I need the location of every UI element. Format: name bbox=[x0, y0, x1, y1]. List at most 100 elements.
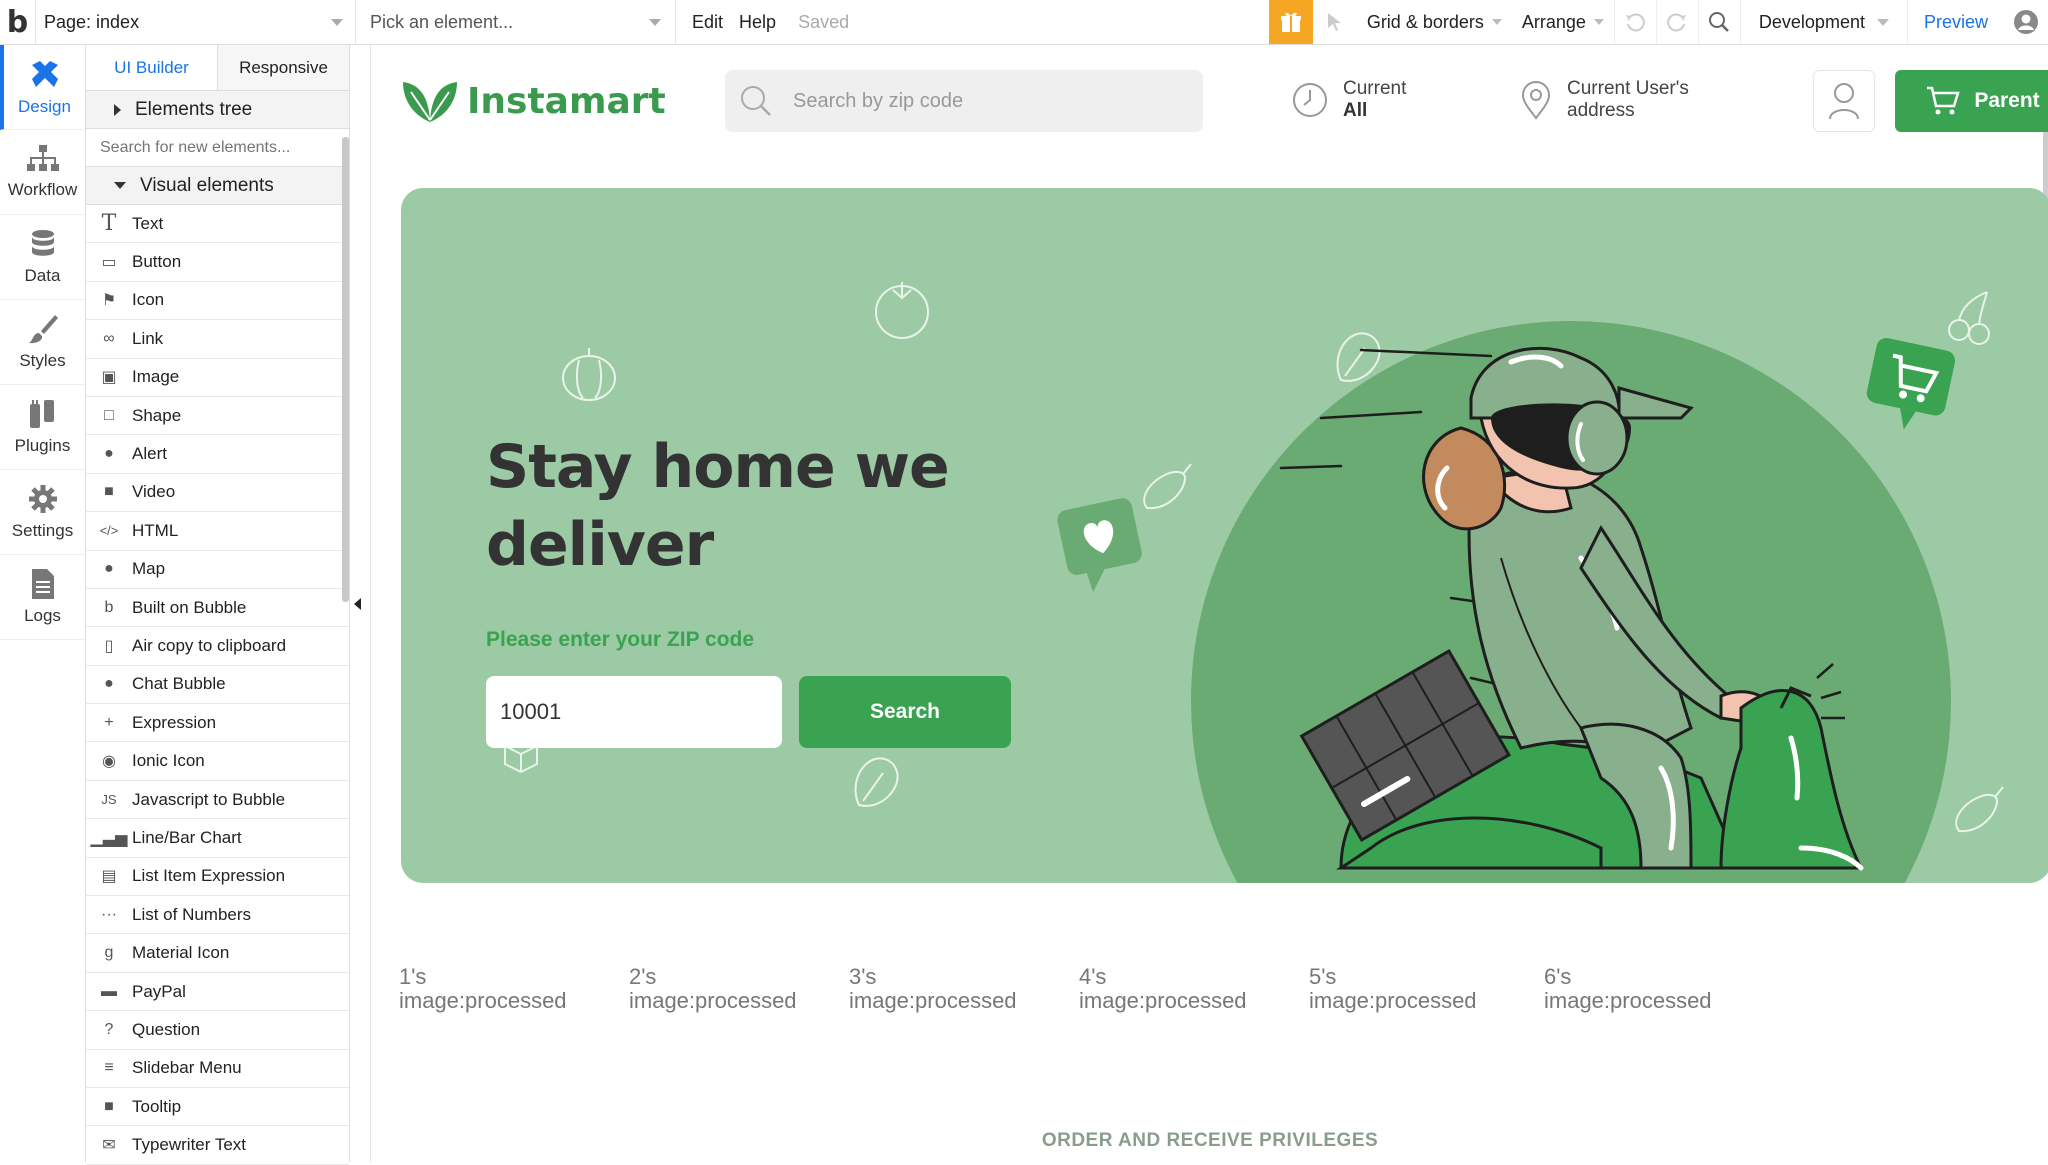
category-image-text: image:processed with Imgix bbox=[1309, 988, 1479, 1013]
tab-responsive[interactable]: Responsive bbox=[218, 45, 349, 90]
selection-mode-button[interactable] bbox=[1313, 0, 1357, 44]
rail-item-settings[interactable]: Settings bbox=[0, 470, 85, 555]
category-item[interactable]: 1'simage:processed with Imgix bbox=[399, 965, 569, 1027]
visual-element-item[interactable]: ∞ Link bbox=[86, 320, 349, 359]
grid-borders-dropdown[interactable]: Grid & borders bbox=[1357, 12, 1512, 33]
visual-element-label: Map bbox=[132, 559, 166, 579]
element-search-input[interactable] bbox=[100, 138, 349, 157]
visual-element-item[interactable]: ⚑ Icon bbox=[86, 282, 349, 321]
visual-element-item[interactable]: b Built on Bubble bbox=[86, 589, 349, 628]
menu-edit[interactable]: Edit bbox=[676, 12, 739, 33]
rail-item-data[interactable]: Data bbox=[0, 215, 85, 300]
panel-tabs: UI Builder Responsive bbox=[86, 45, 349, 91]
visual-element-item[interactable]: ■ Video bbox=[86, 474, 349, 513]
search-icon bbox=[1709, 12, 1730, 32]
brand[interactable]: Instamart bbox=[401, 76, 666, 126]
visual-element-item[interactable]: </> HTML bbox=[86, 512, 349, 551]
visual-element-item[interactable]: □ Shape bbox=[86, 397, 349, 436]
category-item[interactable]: 5'simage:processed with Imgix bbox=[1309, 965, 1479, 1027]
workflow-icon bbox=[26, 145, 59, 171]
ionic-icon: ◉ bbox=[102, 753, 116, 771]
zip-code-input[interactable] bbox=[486, 676, 782, 748]
visual-element-item[interactable]: ▁▃▅ Line/Bar Chart bbox=[86, 819, 349, 858]
category-image-text: image:processed with Imgix bbox=[1544, 988, 1714, 1013]
elements-tree-toggle[interactable]: Elements tree bbox=[86, 91, 349, 129]
visual-elements-list: T Text ▭ Button ⚑ Icon ∞ Link ▣ Image □ Shape ● Alert… bbox=[86, 205, 349, 1165]
cart-button[interactable]: Parent bbox=[1895, 70, 2048, 132]
visual-element-item[interactable]: ? Question bbox=[86, 1011, 349, 1050]
element-search[interactable] bbox=[86, 129, 349, 167]
visual-element-item[interactable]: ● Alert bbox=[86, 435, 349, 474]
visual-elements-toggle[interactable]: Visual elements bbox=[86, 167, 349, 205]
search-button[interactable]: Search bbox=[799, 676, 1011, 748]
visual-element-label: Javascript to Bubble bbox=[132, 789, 286, 809]
tab-ui-builder[interactable]: UI Builder bbox=[86, 45, 218, 90]
bubble-logo[interactable]: b bbox=[0, 0, 36, 44]
rail-item-workflow[interactable]: Workflow bbox=[0, 130, 85, 215]
plug-icon bbox=[29, 400, 54, 428]
visual-element-label: Alert bbox=[132, 444, 167, 464]
menu-help[interactable]: Help bbox=[739, 12, 792, 33]
delivery-address[interactable]: Current User's address bbox=[1519, 78, 1689, 122]
collapse-panel-icon[interactable] bbox=[354, 598, 361, 610]
visual-element-item[interactable]: ▬ PayPal bbox=[86, 973, 349, 1012]
zip-search-box[interactable]: Search by zip code bbox=[725, 70, 1203, 132]
rail-item-plugins[interactable]: Plugins bbox=[0, 385, 85, 470]
current-filter[interactable]: Current All bbox=[1291, 78, 1406, 122]
undo-button[interactable] bbox=[1613, 0, 1656, 44]
visual-element-item[interactable]: JS Javascript to Bubble bbox=[86, 781, 349, 820]
visual-element-item[interactable]: ■ Tooltip bbox=[86, 1088, 349, 1127]
visual-element-item[interactable]: ◉ Ionic Icon bbox=[86, 742, 349, 781]
map-pin-icon: ● bbox=[104, 560, 114, 578]
element-picker[interactable]: Pick an element... bbox=[356, 0, 676, 44]
rail-item-logs[interactable]: Logs bbox=[0, 555, 85, 640]
cart-label: Parent bbox=[1974, 89, 2040, 112]
visual-element-item[interactable]: ● Map bbox=[86, 551, 349, 589]
visual-element-item[interactable]: ▤ List Item Expression bbox=[86, 858, 349, 897]
rail-label: Logs bbox=[24, 606, 61, 625]
brand-name: Instamart bbox=[467, 80, 666, 122]
visual-element-item[interactable]: ✉ Typewriter Text bbox=[86, 1126, 349, 1165]
category-item[interactable]: 3'simage:processed with Imgix bbox=[849, 965, 1019, 1027]
panel-scrollbar[interactable] bbox=[342, 137, 349, 602]
category-item[interactable]: 6'simage:processed with Imgix bbox=[1544, 965, 1714, 1027]
visual-element-label: Button bbox=[132, 252, 182, 272]
user-profile-button[interactable] bbox=[1813, 70, 1875, 132]
bell-icon: ● bbox=[104, 445, 114, 463]
visual-element-item[interactable]: ▣ Image bbox=[86, 359, 349, 397]
tooltip-icon: ■ bbox=[104, 1097, 114, 1115]
arrange-dropdown[interactable]: Arrange bbox=[1512, 12, 1614, 33]
rail-item-design[interactable]: Design bbox=[0, 45, 85, 130]
visual-element-item[interactable]: + Expression bbox=[86, 704, 349, 743]
category-item[interactable]: 4'simage:processed with Imgix bbox=[1079, 965, 1249, 1027]
visual-element-label: List Item Expression bbox=[132, 866, 286, 886]
rail-item-styles[interactable]: Styles bbox=[0, 300, 85, 385]
design-canvas[interactable]: Instamart Search by zip code Current All… bbox=[370, 45, 2048, 1162]
gift-button[interactable] bbox=[1268, 0, 1313, 44]
visual-element-item[interactable]: ▭ Button bbox=[86, 243, 349, 282]
visual-element-label: Line/Bar Chart bbox=[132, 827, 242, 847]
redo-icon bbox=[1667, 13, 1687, 32]
visual-element-item[interactable]: g Material Icon bbox=[86, 934, 349, 973]
redo-button[interactable] bbox=[1655, 0, 1698, 44]
plus-icon: + bbox=[104, 713, 114, 731]
chevron-down-icon bbox=[649, 18, 661, 26]
account-avatar[interactable] bbox=[2004, 9, 2048, 35]
triangle-down-icon bbox=[114, 182, 126, 189]
visual-element-item[interactable]: ▯ Air copy to clipboard bbox=[86, 627, 349, 666]
page-selector[interactable]: Page: index bbox=[36, 0, 356, 44]
rail-label: Workflow bbox=[7, 180, 78, 199]
square-icon: □ bbox=[104, 406, 114, 424]
visual-element-label: Tooltip bbox=[132, 1096, 182, 1116]
environment-dropdown[interactable]: Development bbox=[1739, 0, 1908, 44]
undo-icon bbox=[1626, 13, 1646, 32]
preview-link[interactable]: Preview bbox=[1908, 12, 2004, 33]
visual-element-label: Slidebar Menu bbox=[132, 1058, 242, 1078]
rail-label: Data bbox=[24, 266, 61, 285]
search-button[interactable] bbox=[1697, 0, 1740, 44]
category-item[interactable]: 2'simage:processed with Imgix bbox=[629, 965, 799, 1027]
visual-element-item[interactable]: ··· List of Numbers bbox=[86, 896, 349, 935]
visual-element-item[interactable]: ● Chat Bubble bbox=[86, 666, 349, 705]
visual-element-item[interactable]: ≡ Slidebar Menu bbox=[86, 1050, 349, 1088]
visual-element-item[interactable]: T Text bbox=[86, 205, 349, 244]
